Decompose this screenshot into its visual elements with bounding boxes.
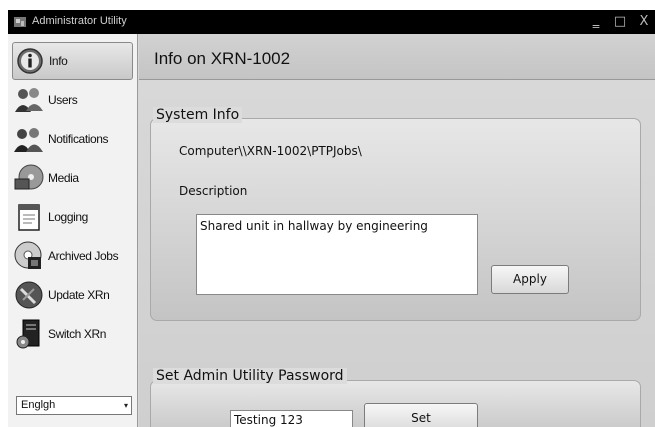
sidebar-item-label: Switch XRn <box>48 327 107 341</box>
sidebar-item-label: Notifications <box>48 132 109 146</box>
switch-icon <box>12 317 46 351</box>
app-icon <box>14 17 26 27</box>
close-button[interactable]: X <box>635 13 653 31</box>
sidebar-item-update-xrn[interactable]: Update XRn <box>12 276 133 314</box>
sidebar-item-label: Info <box>49 54 68 68</box>
description-textarea[interactable]: Shared unit in hallway by engineering <box>196 214 478 295</box>
password-legend: Set Admin Utility Password <box>153 368 347 384</box>
computer-path: Computer\\XRN-1002\PTPJobs\ <box>179 144 362 158</box>
sidebar-item-switch-xrn[interactable]: Switch XRn <box>12 315 133 353</box>
update-icon <box>12 278 46 312</box>
sidebar-item-label: Users <box>48 93 78 107</box>
sidebar-nav: Info Users Notifications Media Logging A… <box>8 34 138 427</box>
sidebar-item-notifications[interactable]: Notifications <box>12 120 133 158</box>
description-label: Description <box>179 184 248 198</box>
sidebar-item-label: Update XRn <box>48 288 110 302</box>
admin-utility-window: Administrator Utility ‗ □ X Info Users N… <box>8 10 655 427</box>
language-select[interactable]: Englgh ▾ <box>16 396 132 415</box>
sidebar-item-label: Logging <box>48 210 88 224</box>
chevron-down-icon[interactable]: ▾ <box>124 397 128 414</box>
main-content: Info on XRN-1002 System Info Computer\\X… <box>139 34 655 427</box>
set-password-button[interactable]: Set <box>364 403 478 427</box>
sidebar-item-label: Media <box>48 171 79 185</box>
notifications-icon <box>12 122 46 156</box>
apply-button[interactable]: Apply <box>491 265 569 294</box>
language-value: Englgh <box>21 399 56 411</box>
title-bar[interactable]: Administrator Utility ‗ □ X <box>8 10 655 34</box>
sidebar-item-info[interactable]: Info <box>12 42 133 80</box>
media-icon <box>12 161 46 195</box>
sidebar-item-archived-jobs[interactable]: Archived Jobs <box>12 237 133 275</box>
sidebar-item-label: Archived Jobs <box>48 249 119 263</box>
sidebar-item-media[interactable]: Media <box>12 159 133 197</box>
password-input[interactable]: Testing 123 <box>230 410 353 427</box>
logging-icon <box>12 200 46 234</box>
content-header: Info on XRN-1002 <box>139 34 655 80</box>
archived-jobs-icon <box>12 239 46 273</box>
sidebar-item-logging[interactable]: Logging <box>12 198 133 236</box>
users-icon <box>12 83 46 117</box>
system-info-legend: System Info <box>153 107 243 123</box>
maximize-button[interactable]: □ <box>611 13 629 31</box>
window-title: Administrator Utility <box>32 15 127 27</box>
page-title: Info on XRN-1002 <box>154 49 291 68</box>
minimize-button[interactable]: ‗ <box>587 13 605 31</box>
info-icon <box>13 44 47 78</box>
sidebar-item-users[interactable]: Users <box>12 81 133 119</box>
